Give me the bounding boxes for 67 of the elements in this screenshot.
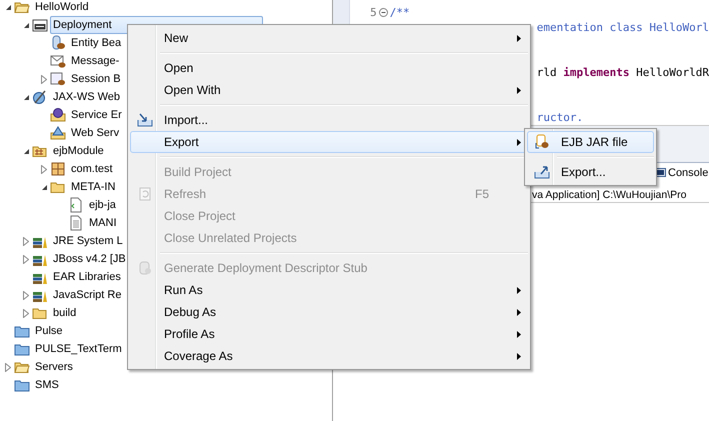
import-tray-icon (137, 112, 153, 128)
bean-cylinder-icon (50, 35, 66, 51)
expanded-triangle-icon[interactable] (22, 148, 30, 154)
file-icon (68, 215, 84, 231)
expanded-triangle-icon[interactable] (22, 94, 30, 100)
tree-item[interactable]: Web Serv (68, 124, 122, 142)
shortcut-label: F5 (474, 187, 489, 201)
tree-item[interactable]: MANI (86, 214, 120, 232)
tree-item[interactable]: META-IN (68, 178, 118, 196)
tree-item[interactable]: PULSE_TextTerm (32, 340, 125, 358)
code-line: ructor. (536, 111, 584, 124)
expanded-triangle-icon[interactable] (22, 22, 30, 28)
menu-item[interactable]: Open (130, 57, 528, 79)
jar-bean-icon (534, 134, 550, 150)
collapsed-triangle-icon[interactable] (5, 362, 11, 372)
fold-minus-icon[interactable] (378, 8, 388, 17)
jar-icon (137, 260, 153, 276)
collapsed-triangle-icon[interactable] (23, 290, 29, 300)
tree-item[interactable]: Servers (32, 358, 76, 376)
tree-item[interactable]: JRE System L (50, 232, 126, 250)
tree-item[interactable]: com.test (68, 160, 116, 178)
tree-item[interactable]: ejb-ja (86, 196, 119, 214)
tree-item[interactable]: EAR Libraries (50, 268, 124, 286)
menu-item[interactable]: Open With (130, 79, 528, 101)
collapsed-triangle-icon[interactable] (41, 74, 47, 84)
collapsed-triangle-icon[interactable] (23, 308, 29, 318)
envelope-bean-icon (50, 53, 66, 69)
globe-tool-icon (32, 89, 48, 105)
descriptor-icon (32, 17, 48, 33)
tree-item[interactable]: build (50, 304, 80, 322)
collapsed-triangle-icon[interactable] (23, 236, 29, 246)
tree-item[interactable]: HelloWorld (32, 0, 92, 16)
endpoint-icon (50, 107, 66, 123)
client-icon (50, 125, 66, 141)
package-icon (50, 161, 66, 177)
expanded-triangle-icon[interactable] (40, 184, 48, 190)
menu-item[interactable]: Coverage As (130, 345, 528, 367)
menu-item[interactable]: New (130, 27, 528, 49)
session-bean-icon (50, 71, 66, 87)
collapsed-triangle-icon[interactable] (41, 164, 47, 174)
menu-item[interactable]: Import... (130, 109, 528, 131)
menu-item[interactable]: Run As (130, 279, 528, 301)
menu-item[interactable]: Debug As (130, 301, 528, 323)
line-number: 5 (370, 6, 377, 19)
refresh-icon (137, 186, 153, 202)
tree-item[interactable]: Entity Bea (68, 34, 124, 52)
collapsed-triangle-icon[interactable] (23, 254, 29, 264)
menu-item[interactable]: Export... (527, 161, 654, 183)
tree-item[interactable]: SMS (32, 376, 62, 394)
code-line: /** (390, 6, 410, 19)
code-line: rld implements HelloWorldR (536, 66, 709, 79)
tree-item[interactable]: JavaScript Re (50, 286, 124, 304)
tree-item[interactable]: ejbModule (50, 142, 107, 160)
tree-item[interactable]: Pulse (32, 322, 66, 340)
tree-item[interactable]: Service Er (68, 106, 125, 124)
tree-item[interactable]: Message- (68, 52, 122, 70)
expanded-triangle-icon[interactable] (4, 4, 12, 10)
export-tray-icon (534, 164, 550, 180)
xml-file-icon (68, 197, 84, 213)
menu-item[interactable]: EJB JAR file (527, 131, 654, 153)
code-line: ementation class HelloWorl (536, 21, 709, 34)
tree-item[interactable]: JAX-WS Web (50, 88, 124, 106)
tree-item[interactable]: Session B (68, 70, 124, 88)
menu-item[interactable]: Profile As (130, 323, 528, 345)
open-folder-icon (14, 0, 30, 15)
tree-item[interactable]: JBoss v4.2 [JB (50, 250, 129, 268)
console-text: va Application] C:\WuHoujian\Pro (532, 189, 686, 201)
